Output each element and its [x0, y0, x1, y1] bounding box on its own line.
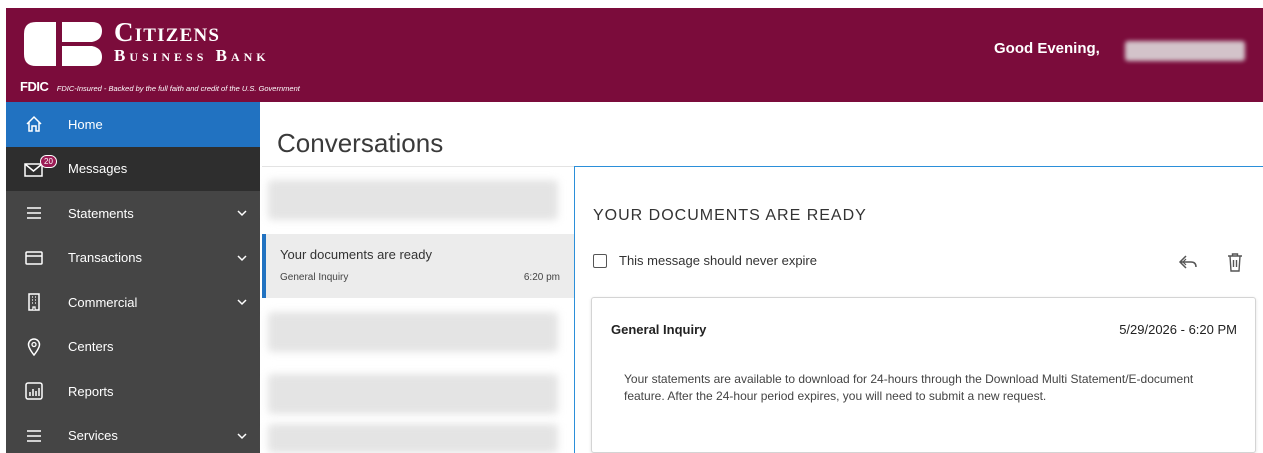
- reply-icon[interactable]: [1178, 253, 1198, 271]
- menu-icon: [24, 426, 44, 446]
- bar-chart-icon: [24, 381, 44, 401]
- sidebar-item-home[interactable]: Home: [6, 102, 260, 147]
- sidebar-item-label: Home: [68, 116, 103, 132]
- sidebar-item-label: Centers: [68, 339, 114, 355]
- sidebar-item-label: Services: [68, 428, 118, 444]
- greeting-text: Good Evening,: [994, 40, 1100, 57]
- message-card: General Inquiry 5/29/2026 - 6:20 PM Your…: [591, 297, 1256, 453]
- sidebar-item-statements[interactable]: Statements: [6, 191, 260, 236]
- conversation-item-selected[interactable]: Your documents are ready General Inquiry…: [262, 234, 574, 298]
- sidebar-item-services[interactable]: Services: [6, 414, 260, 453]
- sidebar-item-label: Messages: [68, 161, 128, 177]
- conversation-time: 6:20 pm: [523, 272, 560, 283]
- never-expire-checkbox[interactable]: [593, 253, 607, 268]
- conversation-item-redacted[interactable]: [268, 180, 558, 220]
- never-expire-row: This message should never expire: [593, 253, 817, 268]
- location-pin-icon: [24, 337, 44, 357]
- chevron-down-icon: [237, 433, 247, 439]
- fdic-text: FDIC-Insured - Backed by the full faith …: [56, 84, 300, 93]
- conversation-item-redacted[interactable]: [268, 312, 558, 352]
- bank-name-line2: Business Bank: [114, 46, 270, 65]
- trash-icon[interactable]: [1227, 252, 1243, 272]
- fdic-logo: FDIC: [20, 79, 49, 94]
- card-date: 5/29/2026 - 6:20 PM: [1119, 322, 1237, 337]
- sidebar-item-label: Reports: [68, 383, 114, 399]
- bank-name: Citizens Business Bank: [114, 18, 270, 66]
- sidebar-item-label: Transactions: [68, 250, 142, 266]
- conversation-title: Your documents are ready: [280, 247, 433, 262]
- conversation-item-redacted[interactable]: [268, 424, 558, 453]
- sidebar-item-label: Commercial: [68, 294, 138, 310]
- user-name-redacted: [1125, 41, 1245, 61]
- card-subject: General Inquiry: [611, 322, 707, 337]
- sidebar-item-centers[interactable]: Centers: [6, 325, 260, 370]
- sidebar-item-label: Statements: [68, 205, 134, 221]
- chevron-down-icon: [237, 255, 247, 261]
- sidebar-nav: Home 20 Messages Statements Transactions…: [6, 102, 260, 453]
- sidebar-item-transactions[interactable]: Transactions: [6, 236, 260, 281]
- building-icon: [24, 292, 44, 312]
- home-icon: [24, 114, 44, 134]
- unread-count-badge: 20: [40, 154, 57, 168]
- chevron-down-icon: [237, 299, 247, 306]
- conversation-category: General Inquiry: [280, 272, 349, 283]
- divider: [262, 166, 574, 167]
- chevron-down-icon: [237, 210, 247, 217]
- bank-name-line1: Citizens: [114, 17, 221, 47]
- menu-icon: [24, 203, 44, 223]
- bank-logo-icon[interactable]: [22, 18, 104, 70]
- conversation-item-redacted[interactable]: [268, 374, 558, 414]
- sidebar-item-commercial[interactable]: Commercial: [6, 280, 260, 325]
- card-icon: [24, 248, 44, 268]
- sidebar-item-messages[interactable]: 20 Messages: [6, 146, 260, 191]
- never-expire-label: This message should never expire: [619, 253, 817, 268]
- page-title: Conversations: [277, 128, 444, 158]
- sidebar-item-reports[interactable]: Reports: [6, 369, 260, 414]
- message-pane: YOUR DOCUMENTS ARE READY This message sh…: [574, 166, 1263, 453]
- fdic-notice: FDIC FDIC-Insured - Backed by the full f…: [20, 78, 300, 96]
- message-subject: YOUR DOCUMENTS ARE READY: [593, 207, 867, 224]
- card-body: Your statements are available to downloa…: [624, 372, 1194, 403]
